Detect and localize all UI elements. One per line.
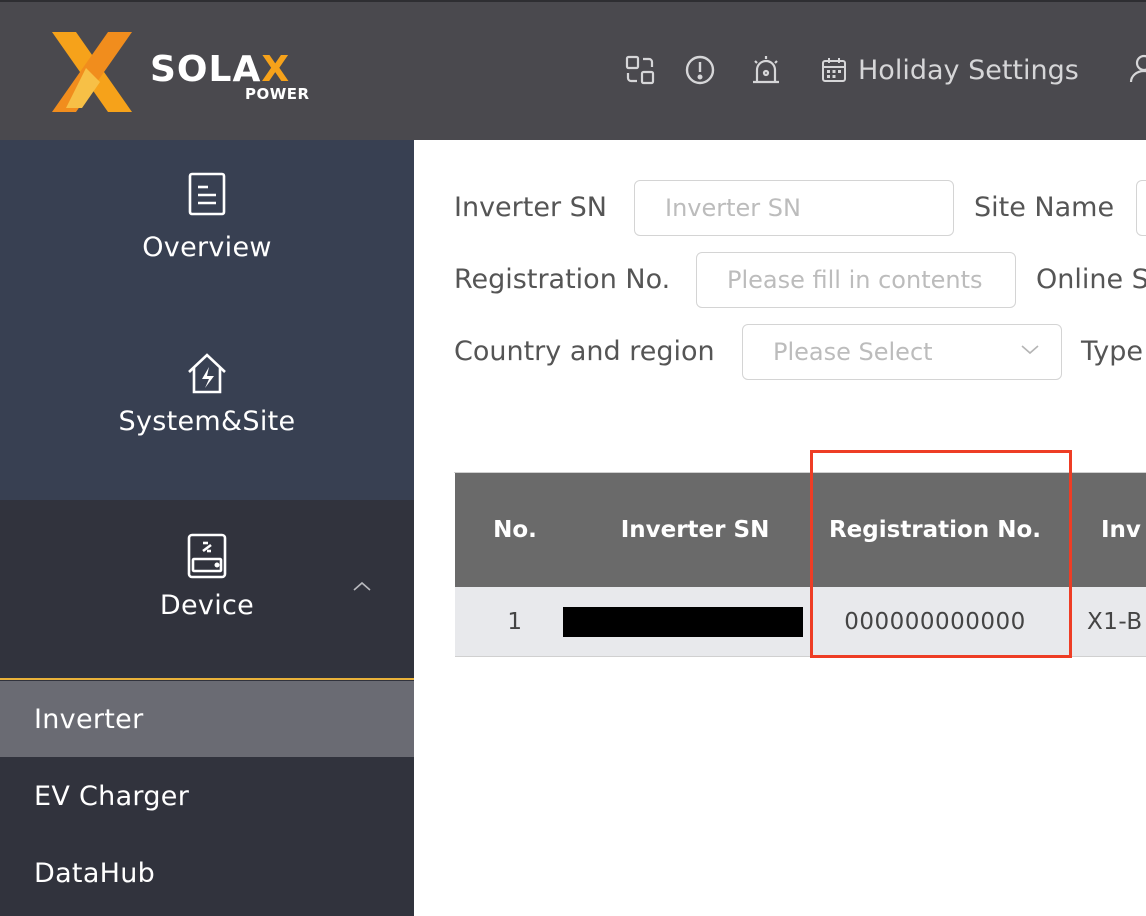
sidebar: Overview System&Site Device Inverter EV … [0, 140, 414, 916]
country-region-label: Country and region [454, 336, 715, 367]
document-icon [188, 172, 226, 216]
user-icon[interactable] [1128, 52, 1146, 84]
sidebar-label-device: Device [159, 590, 255, 621]
site-name-input[interactable] [1136, 180, 1146, 236]
sidebar-item-overview[interactable]: Overview [0, 170, 414, 263]
redacted-serial [563, 607, 803, 637]
chevron-down-icon [1021, 345, 1039, 355]
chevron-up-icon[interactable] [350, 578, 374, 594]
cell-no: 1 [507, 609, 523, 635]
inverter-sn-label: Inverter SN [454, 192, 607, 223]
sidebar-item-system-site[interactable]: System&Site [0, 350, 414, 437]
brand-name: SOLAX [150, 49, 291, 90]
registration-no-input[interactable]: Please fill in contents [696, 252, 1016, 308]
solax-x-icon [52, 32, 132, 112]
sidebar-subitem-ev-charger[interactable]: EV Charger [0, 758, 414, 834]
country-region-select[interactable]: Please Select [742, 324, 1062, 380]
online-status-label: Online S [1036, 264, 1146, 295]
registration-no-placeholder: Please fill in contents [727, 266, 983, 294]
sidebar-subitem-inverter[interactable]: Inverter [0, 681, 414, 757]
sidebar-subitem-datahub[interactable]: DataHub [0, 835, 414, 911]
type-label: Type [1081, 336, 1144, 367]
main-content: Inverter SN Inverter SN Site Name Regist… [414, 140, 1146, 916]
top-bar: SOLAX POWER Holiday Settings [0, 0, 1146, 140]
home-energy-icon [188, 353, 226, 394]
registration-highlight-box [810, 450, 1072, 658]
inverter-icon [187, 533, 227, 579]
registration-no-label: Registration No. [454, 264, 671, 295]
sidebar-subitem-label: Inverter [34, 703, 144, 735]
sidebar-label-overview: Overview [142, 232, 272, 263]
solax-logo[interactable]: SOLAX POWER [50, 30, 340, 114]
site-name-label: Site Name [974, 192, 1115, 223]
switch-icon[interactable] [624, 54, 656, 86]
inverter-sn-input[interactable]: Inverter SN [634, 180, 954, 236]
column-header-no[interactable]: No. [455, 473, 575, 587]
calendar-icon [822, 58, 846, 82]
brand-subtitle: POWER [245, 85, 310, 103]
holiday-settings-link[interactable]: Holiday Settings [820, 50, 1079, 90]
alarm-icon[interactable] [750, 54, 782, 86]
alert-icon[interactable] [684, 54, 716, 86]
sidebar-subitem-label: DataHub [34, 857, 156, 889]
sidebar-label-system-site: System&Site [118, 406, 296, 437]
device-content: Device [0, 532, 414, 621]
inverter-sn-placeholder: Inverter SN [665, 194, 801, 222]
sidebar-subitem-label: EV Charger [34, 780, 190, 812]
country-region-placeholder: Please Select [773, 338, 933, 366]
holiday-settings-label: Holiday Settings [858, 54, 1079, 86]
column-header-inverter-sn[interactable]: Inverter SN [575, 473, 815, 587]
